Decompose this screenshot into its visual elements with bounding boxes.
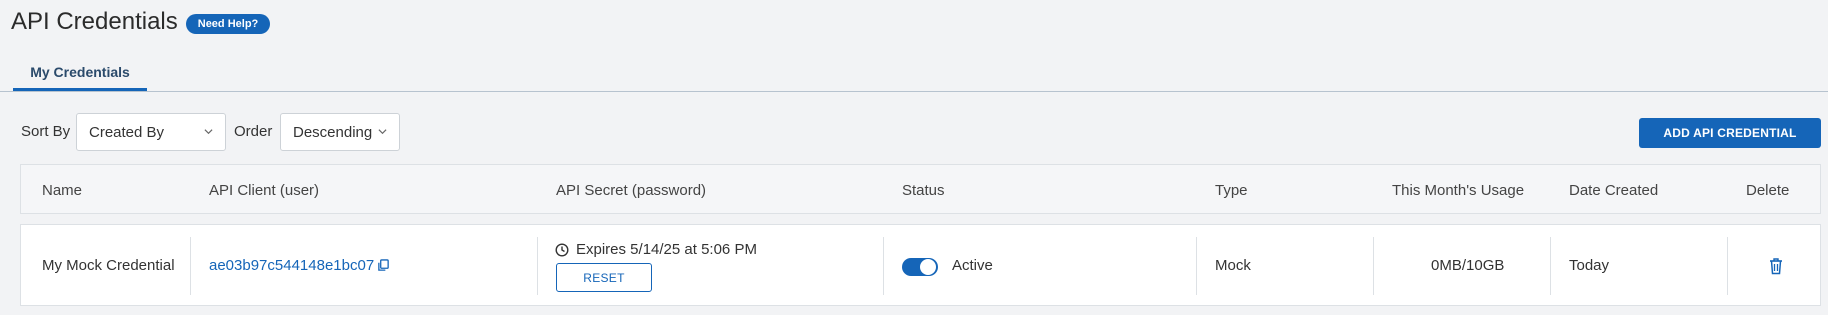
column-header-api-client: API Client (user) — [209, 182, 320, 199]
column-header-type: Type — [1215, 182, 1248, 199]
sort-by-select[interactable]: Created By — [76, 113, 226, 151]
column-header-usage: This Month's Usage — [1392, 182, 1525, 199]
need-help-button[interactable]: Need Help? — [185, 14, 271, 34]
order-label: Order — [234, 123, 273, 140]
column-divider — [190, 237, 191, 295]
date-created: Today — [1569, 257, 1610, 274]
column-divider — [1727, 237, 1728, 295]
add-api-credential-button[interactable]: ADD API CREDENTIAL — [1639, 118, 1821, 148]
page-title: API Credentials — [11, 8, 178, 35]
column-header-delete: Delete — [1746, 182, 1790, 199]
table-header: Name API Client (user) API Secret (passw… — [20, 164, 1821, 214]
column-divider — [537, 237, 538, 295]
column-header-api-secret: API Secret (password) — [556, 182, 707, 199]
sort-by-label: Sort By — [21, 123, 71, 140]
clock-icon — [555, 242, 569, 257]
column-header-name: Name — [42, 182, 83, 199]
page-header: API Credentials Need Help? — [11, 8, 271, 36]
copy-icon[interactable] — [377, 259, 390, 272]
secret-expiry: Expires 5/14/25 at 5:06 PM — [555, 241, 757, 258]
column-divider — [1550, 237, 1551, 295]
api-client-link[interactable]: ae03b97c544148e1bc07 — [209, 257, 374, 274]
column-divider — [1196, 237, 1197, 295]
trash-icon[interactable] — [1768, 257, 1784, 275]
credential-type: Mock — [1215, 257, 1251, 274]
expiry-text: Expires 5/14/25 at 5:06 PM — [576, 241, 757, 258]
order-select[interactable]: Descending — [280, 113, 400, 151]
usage-value: 0MB/10GB — [1431, 257, 1505, 274]
status-text: Active — [952, 257, 993, 274]
credential-name: My Mock Credential — [42, 257, 175, 274]
order-value: Descending — [293, 123, 373, 141]
reset-secret-button[interactable]: RESET — [556, 263, 652, 292]
status-toggle[interactable] — [902, 258, 938, 276]
column-header-date-created: Date Created — [1569, 182, 1659, 199]
column-divider — [883, 237, 884, 295]
tab-my-credentials[interactable]: My Credentials — [13, 55, 147, 91]
tab-bar: My Credentials — [0, 55, 1828, 92]
chevron-down-icon — [204, 129, 213, 135]
column-divider — [1373, 237, 1374, 295]
toggle-knob — [920, 259, 936, 275]
column-header-status: Status — [902, 182, 945, 199]
sort-by-value: Created By — [89, 123, 165, 141]
api-client-cell: ae03b97c544148e1bc07 — [209, 257, 390, 274]
table-row: My Mock Credential ae03b97c544148e1bc07 … — [20, 224, 1821, 306]
chevron-down-icon — [378, 129, 387, 135]
